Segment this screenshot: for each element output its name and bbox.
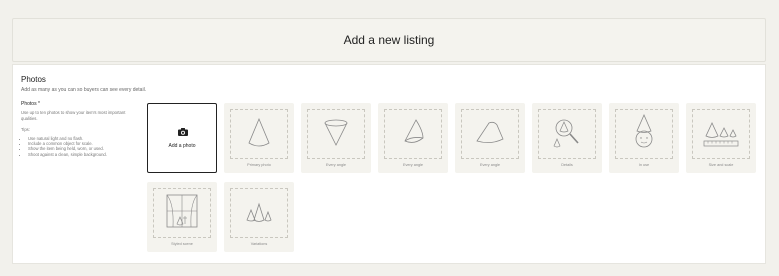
photos-help-text: Use up to ten photos to show your item's… — [21, 110, 126, 121]
section-title: Photos — [21, 75, 46, 84]
photo-slot-caption: Variations — [250, 242, 268, 246]
photo-slot-styled-scene[interactable]: Styled scene — [147, 182, 217, 252]
photo-slot-caption: Styled scene — [171, 242, 193, 246]
photo-slot-every-angle-3[interactable]: Every angle — [455, 103, 525, 173]
photos-panel: Photos Add as many as you can so buyers … — [12, 64, 766, 264]
photo-slot-variations[interactable]: Variations — [224, 182, 294, 252]
window-scene-icon — [166, 194, 198, 228]
photo-slot-caption: Size and scale — [708, 163, 734, 167]
add-photo-label: Add a photo — [168, 143, 196, 149]
photo-slot-caption: Primary photo — [247, 163, 271, 167]
cone-top-icon — [324, 119, 348, 146]
photo-slot-in-use[interactable]: In use — [609, 103, 679, 173]
cones-variations-icon — [246, 202, 272, 222]
photo-slot-details[interactable]: Details — [532, 103, 602, 173]
photo-slot-caption: Every angle — [325, 163, 347, 167]
tips-label: Tips: — [21, 127, 30, 132]
photo-slot-size-and-scale[interactable]: Size and scale — [686, 103, 756, 173]
cones-ruler-icon — [703, 122, 739, 147]
add-photo-button[interactable]: Add a photo — [147, 103, 217, 173]
tip-item: Shoot against a clean, simple background… — [28, 152, 137, 157]
photo-slot-caption: Every angle — [479, 163, 501, 167]
camera-icon — [178, 128, 188, 136]
tips-column: Photos * Use up to ten photos to show yo… — [21, 101, 137, 157]
photo-slot-every-angle-2[interactable]: Every angle — [378, 103, 448, 173]
photos-field-label: Photos * — [21, 101, 40, 107]
cone-tilted-icon — [404, 119, 424, 143]
cone-hat-face-icon — [635, 114, 653, 148]
photo-slot-every-angle-1[interactable]: Every angle — [301, 103, 371, 173]
magnifier-cone-icon — [553, 119, 579, 148]
photo-slot-primary[interactable]: Primary photo — [224, 103, 294, 173]
section-subtitle: Add as many as you can so buyers can see… — [21, 87, 147, 93]
cone-icon — [248, 117, 270, 147]
tips-list: Use natural light and no flash. Include … — [21, 136, 137, 157]
photo-slot-caption: In use — [638, 163, 650, 167]
page-title: Add a new listing — [343, 33, 435, 47]
cone-side-icon — [476, 121, 504, 143]
photo-slot-caption: Details — [561, 163, 573, 167]
page-header: Add a new listing — [12, 18, 766, 62]
photo-slot-caption: Every angle — [402, 163, 424, 167]
